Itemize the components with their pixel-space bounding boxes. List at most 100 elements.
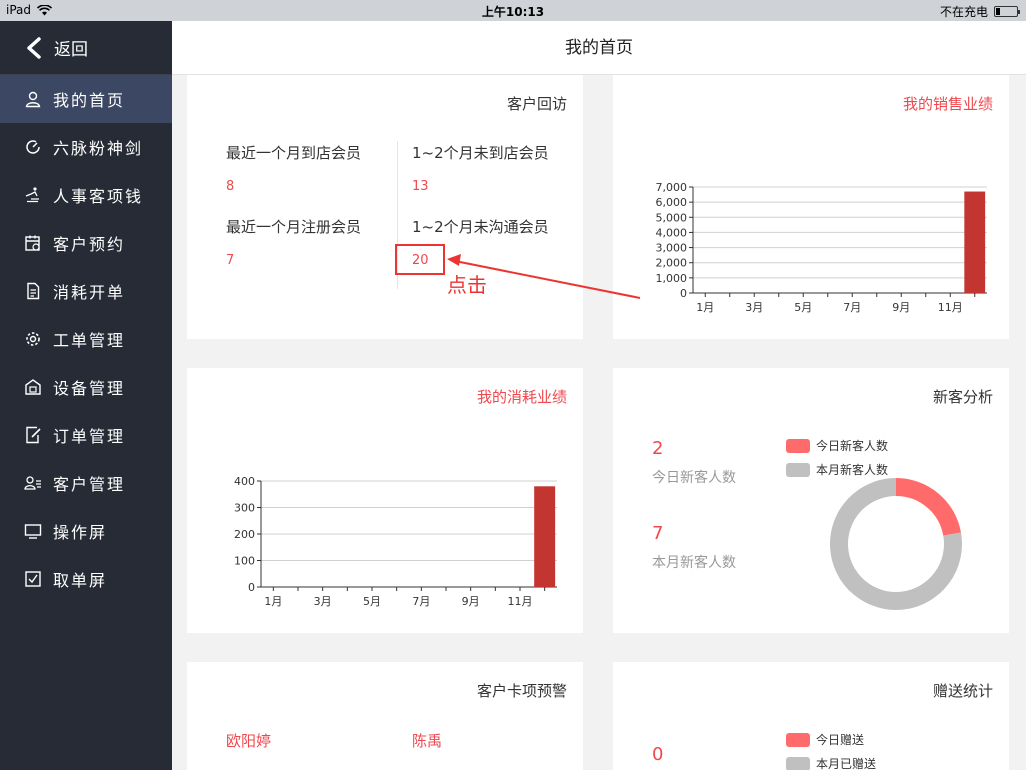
visit-value-recent-register[interactable]: 7: [226, 253, 234, 268]
legend-label: 今日赠送: [816, 733, 865, 747]
sidebar-item-personnel[interactable]: 人事客项钱: [0, 171, 172, 219]
sidebar-item-label: 消耗开单: [53, 283, 126, 302]
legend-label: 本月已赠送: [816, 757, 877, 770]
sidebar-item-appointment[interactable]: 客户预约: [0, 219, 172, 267]
visit-label-recent-register: 最近一个月注册会员: [226, 218, 362, 236]
gift-count: 0: [652, 744, 664, 765]
sales-bar-chart: 0 1,000 2,000 3,000 4,000 5,000 6,000 7,000 1月 3月…: [656, 181, 987, 314]
charging-status: 不在充电: [939, 5, 988, 19]
x-tick-label: 3月: [745, 301, 763, 314]
card-title: 客户卡项预警: [476, 682, 567, 700]
sidebar-item-operation-screen[interactable]: 操作屏: [0, 507, 172, 555]
legend-swatch: [786, 732, 810, 747]
sidebar-item-customers[interactable]: 客户管理: [0, 459, 172, 507]
x-tick-label: 9月: [462, 595, 480, 608]
y-tick-label: 6,000: [656, 196, 688, 209]
refresh-icon: [24, 138, 42, 156]
sidebar-item-orders[interactable]: 订单管理: [0, 411, 172, 459]
sidebar-item-consume-order[interactable]: 消耗开单: [0, 267, 172, 315]
sidebar-item-home[interactable]: 我的首页: [0, 75, 172, 123]
x-tick-label: 9月: [892, 301, 910, 314]
y-tick-label: 7,000: [656, 181, 688, 194]
visit-label-not-visited: 1~2个月未到店会员: [412, 144, 549, 162]
sidebar-item-liumai[interactable]: 六脉粉神剑: [0, 123, 172, 171]
legend-swatch: [786, 756, 810, 770]
y-tick-label: 300: [234, 502, 255, 515]
y-tick-label: 400: [234, 475, 255, 488]
sidebar-item-label: 取单屏: [53, 571, 108, 590]
visit-label-not-contacted: 1~2个月未沟通会员: [412, 218, 549, 236]
new-customer-card: 新客分析 2 今日新客人数 7 本月新客人数 今日新客人数 本月新客人数: [613, 368, 1009, 633]
battery-icon: [994, 6, 1020, 17]
status-right: 不在充电: [939, 3, 1020, 20]
bar: [964, 191, 986, 293]
sidebar-item-label: 我的首页: [53, 91, 126, 110]
card-title: 客户回访: [506, 95, 567, 113]
y-tick-label: 0: [248, 581, 255, 594]
back-button[interactable]: 返回: [0, 21, 172, 75]
sidebar-item-label: 人事客项钱: [53, 187, 144, 206]
x-tick-label: 1月: [264, 595, 282, 608]
chevron-left-icon: [27, 36, 41, 59]
consume-bar-chart: 0 100 200 300 400 1月 3月 5月 7月 9月 11月: [234, 475, 557, 608]
sales-chart-card: 我的销售业绩 0 1,000 2,000 3,000 4,000 5,000 6,000 7,…: [613, 75, 1009, 339]
visit-label-recent-visit: 最近一个月到店会员: [226, 144, 362, 162]
y-tick-label: 2,000: [656, 257, 688, 270]
page-title: 我的首页: [172, 21, 1026, 75]
highlight-box: [395, 244, 445, 275]
sidebar-item-label: 六脉粉神剑: [53, 139, 144, 158]
customer-visit-card: 客户回访 最近一个月到店会员 8 1~2个月未到店会员 13 最近一个月注册会员…: [187, 75, 583, 339]
annotation-label: 点击: [447, 273, 487, 297]
calendar-icon: [24, 234, 42, 252]
y-tick-label: 0: [680, 287, 687, 300]
document-icon: [24, 282, 42, 300]
x-tick-label: 5月: [794, 301, 812, 314]
user-icon: [24, 90, 42, 108]
sidebar-item-label: 工单管理: [53, 331, 126, 350]
sidebar-item-label: 操作屏: [53, 523, 108, 542]
checkbox-icon: [24, 570, 42, 588]
card-warning-card: 客户卡项预警 欧阳婷 陈禹: [187, 662, 583, 770]
sidebar-item-label: 客户预约: [53, 235, 126, 254]
new-customer-donut-chart: [830, 478, 962, 610]
y-tick-label: 1,000: [656, 272, 688, 285]
warning-customer-name[interactable]: 陈禹: [412, 730, 442, 751]
sidebar-item-label: 客户管理: [53, 475, 126, 494]
warning-customer-name[interactable]: 欧阳婷: [226, 730, 271, 751]
consume-chart-card: 我的消耗业绩 0 100 200 300 400 1月 3月 5月 7月 9月 11月: [187, 368, 583, 633]
y-tick-label: 5,000: [656, 211, 688, 224]
status-time: 上午10:13: [481, 5, 545, 19]
users-icon: [24, 474, 42, 492]
legend-item-month-gift[interactable]: 本月已赠送: [786, 755, 876, 770]
y-tick-label: 200: [234, 528, 255, 541]
card-title: 赠送统计: [932, 682, 993, 700]
x-tick-label: 7月: [843, 301, 861, 314]
sidebar-item-workorder[interactable]: 工单管理: [0, 315, 172, 363]
x-tick-label: 3月: [314, 595, 332, 608]
x-tick-label: 5月: [363, 595, 381, 608]
edit-icon: [24, 426, 42, 444]
visit-value-not-visited[interactable]: 13: [412, 179, 429, 194]
run-icon: [24, 186, 42, 204]
sidebar-item-pickup-screen[interactable]: 取单屏: [0, 555, 172, 603]
y-tick-label: 4,000: [656, 226, 688, 239]
back-label: 返回: [54, 40, 88, 60]
device-icon: [24, 378, 42, 396]
x-tick-label: 11月: [938, 301, 963, 314]
sidebar-item-device[interactable]: 设备管理: [0, 363, 172, 411]
y-tick-label: 100: [234, 555, 255, 568]
gift-stats-card: 赠送统计 0 今日赠送 本月已赠送: [613, 662, 1009, 770]
bar: [534, 486, 556, 587]
donut-slice: [895, 478, 961, 537]
sidebar-item-label: 订单管理: [53, 427, 126, 446]
legend-item-today-gift[interactable]: 今日赠送: [786, 731, 864, 748]
y-tick-label: 3,000: [656, 242, 688, 255]
monitor-icon: [24, 522, 42, 540]
visit-value-recent-visit[interactable]: 8: [226, 179, 234, 194]
x-tick-label: 11月: [508, 595, 533, 608]
status-bar: iPad 上午10:13 不在充电: [0, 0, 1026, 21]
x-tick-label: 7月: [412, 595, 430, 608]
sidebar: 返回 我的首页 六脉粉神剑 人事客项钱 客户预约 消耗开单 工单管理 设备管理 …: [0, 21, 172, 770]
sidebar-item-label: 设备管理: [53, 379, 126, 398]
x-tick-label: 1月: [696, 301, 714, 314]
